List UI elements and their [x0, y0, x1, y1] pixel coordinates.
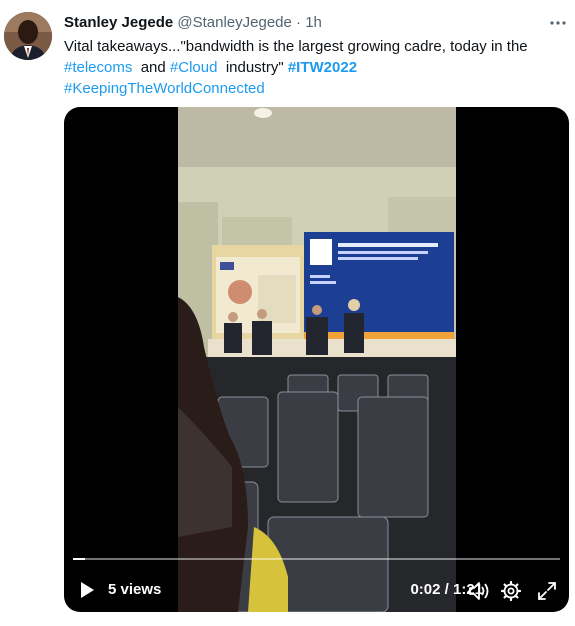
video-controls: 5 views 0:02 / 1:21 [64, 573, 569, 605]
view-count: 5 views [108, 581, 162, 598]
hashtag-keeping-the-world-connected[interactable]: #KeepingTheWorldConnected [64, 80, 265, 97]
author-handle[interactable]: @StanleyJegede [177, 14, 291, 31]
volume-button[interactable] [467, 579, 491, 603]
volume-icon [469, 582, 489, 600]
conference-scene-image [178, 107, 456, 612]
video-frame[interactable] [178, 107, 456, 612]
video-progress-bar[interactable] [73, 558, 560, 560]
fullscreen-button[interactable] [535, 579, 559, 603]
tweet-header: Stanley Jegede @StanleyJegede · 1h [64, 13, 567, 33]
author-name[interactable]: Stanley Jegede [64, 14, 173, 31]
hashtag-itw2022[interactable]: #ITW2022 [288, 59, 357, 76]
avatar-image [4, 12, 52, 60]
play-icon [81, 582, 94, 598]
tweet-text: Vital takeaways..."bandwidth is the larg… [64, 36, 564, 99]
hashtag-cloud[interactable]: #Cloud [170, 59, 218, 76]
fullscreen-icon [538, 582, 556, 600]
tweet-text-and: and [140, 59, 166, 76]
more-dots-icon [550, 21, 566, 25]
video-progress-fill [73, 558, 85, 560]
separator-dot: · [296, 14, 302, 31]
avatar[interactable] [4, 12, 52, 60]
tweet-time[interactable]: 1h [305, 14, 322, 31]
play-button[interactable] [76, 579, 98, 601]
tweet-text-industry: industry" [225, 59, 284, 76]
more-options-button[interactable] [545, 10, 571, 36]
settings-gear-icon [501, 581, 521, 601]
tweet: Stanley Jegede @StanleyJegede · 1h Vital… [0, 0, 575, 626]
video-player[interactable]: 5 views 0:02 / 1:21 [64, 107, 569, 612]
settings-button[interactable] [499, 579, 523, 603]
tweet-text-intro: Vital takeaways..."bandwidth is the larg… [64, 38, 528, 55]
hashtag-telecoms[interactable]: #telecoms [64, 59, 132, 76]
